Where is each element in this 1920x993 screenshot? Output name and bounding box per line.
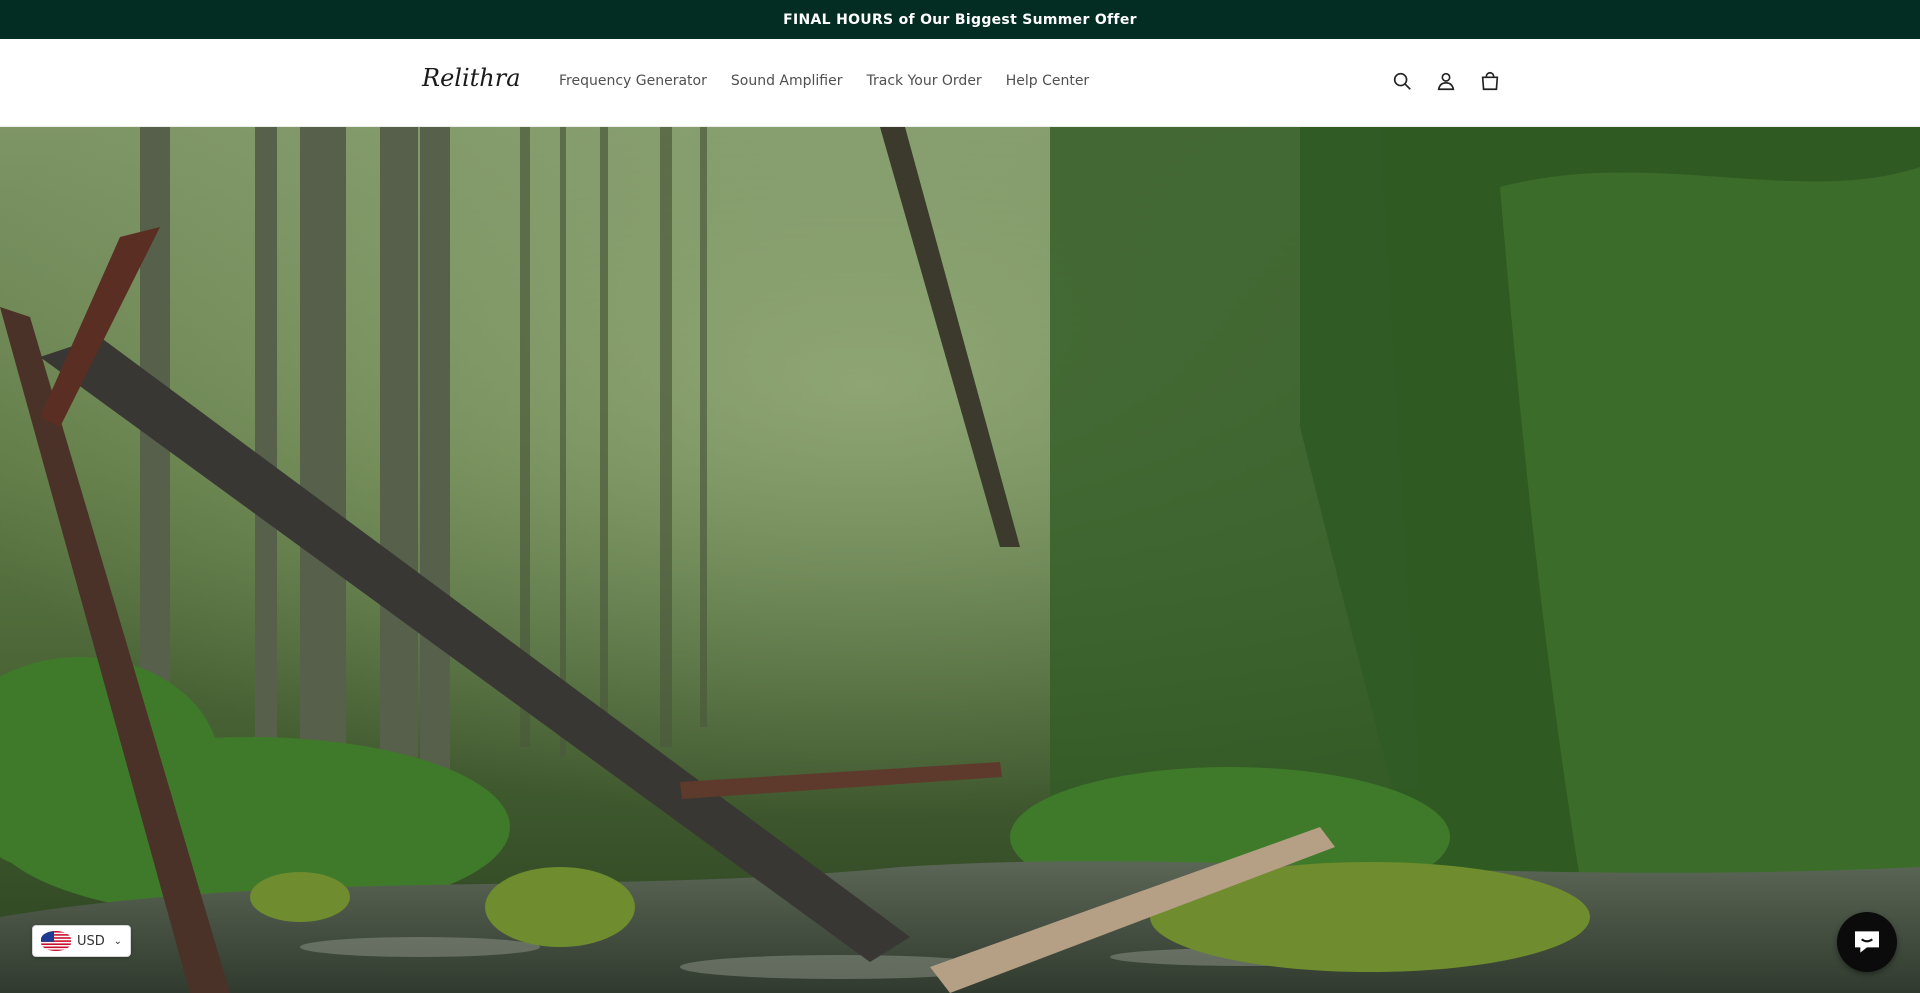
announcement-bar: FINAL HOURS of Our Biggest Summer Offer [0, 0, 1920, 39]
currency-value: USD [77, 933, 105, 949]
main-nav: Frequency Generator Sound Amplifier Trac… [559, 73, 1113, 89]
hero-banner [0, 127, 1920, 993]
site-logo[interactable]: Relithra [422, 64, 521, 92]
chevron-down-icon: ⌄ [113, 935, 122, 947]
header-icons [1390, 66, 1502, 96]
site-header: Relithra Frequency Generator Sound Ampli… [0, 39, 1920, 127]
chat-button[interactable] [1837, 912, 1897, 972]
forest-stream-image [0, 127, 1920, 993]
account-icon[interactable] [1434, 66, 1458, 96]
cart-icon[interactable] [1478, 66, 1502, 96]
nav-track-your-order[interactable]: Track Your Order [866, 73, 981, 89]
chat-icon [1855, 931, 1879, 953]
us-flag-icon [41, 931, 71, 951]
search-icon[interactable] [1390, 66, 1414, 96]
nav-sound-amplifier[interactable]: Sound Amplifier [731, 73, 843, 89]
announcement-text: FINAL HOURS of Our Biggest Summer Offer [783, 11, 1137, 28]
nav-help-center[interactable]: Help Center [1006, 73, 1090, 89]
currency-selector[interactable]: USD ⌄ [32, 925, 131, 957]
nav-frequency-generator[interactable]: Frequency Generator [559, 73, 707, 89]
